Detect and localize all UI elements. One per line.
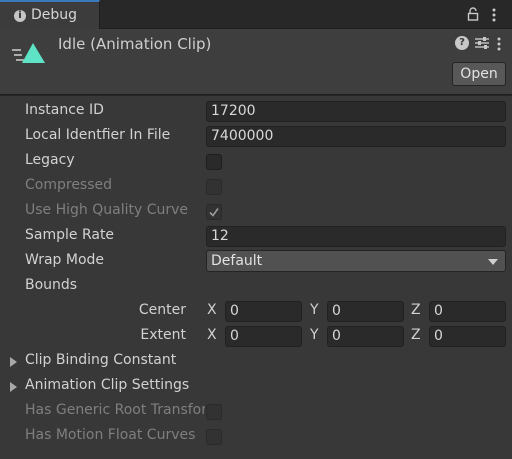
open-button[interactable]: Open (452, 62, 506, 86)
legacy-checkbox[interactable] (206, 154, 222, 170)
clip-binding-constant-label: Clip Binding Constant (25, 352, 177, 368)
tab-label: Debug (31, 7, 78, 23)
has-generic-root-transform-checkbox (206, 404, 222, 420)
center-y-label: Y (310, 302, 319, 318)
animation-clip-icon (12, 43, 45, 63)
extent-y-field[interactable]: 0 (327, 326, 404, 347)
info-icon: i (14, 10, 26, 22)
foldout-arrow-icon[interactable] (10, 357, 17, 367)
page-title: Idle (Animation Clip) (58, 35, 212, 53)
foldout-arrow-icon[interactable] (10, 382, 17, 392)
center-label: Center (138, 302, 186, 318)
extent-z-label: Z (411, 327, 421, 343)
foldout-clip-binding-constant[interactable]: Clip Binding Constant (0, 349, 512, 374)
row-compressed: Compressed (0, 174, 512, 199)
chevron-down-icon (488, 259, 498, 265)
extent-x-field[interactable]: 0 (225, 326, 302, 347)
lock-icon[interactable] (466, 7, 480, 21)
extent-label: Extent (140, 327, 186, 343)
kebab-menu-icon[interactable] (490, 7, 498, 23)
legacy-label: Legacy (25, 152, 75, 168)
tab-bar: i Debug (0, 0, 512, 29)
tab-debug[interactable]: i Debug (0, 0, 100, 29)
local-identifier-label: Local Identfier In File (25, 127, 171, 143)
bounds-label: Bounds (25, 277, 78, 293)
foldout-animation-clip-settings[interactable]: Animation Clip Settings (0, 374, 512, 399)
presets-icon[interactable] (474, 36, 490, 50)
row-bounds-center: Center X 0 Y 0 Z 0 (0, 299, 512, 324)
compressed-label: Compressed (25, 177, 113, 193)
center-z-field[interactable]: 0 (429, 301, 506, 322)
sample-rate-label: Sample Rate (25, 227, 115, 243)
row-has-motion-float-curves: Has Motion Float Curves (0, 424, 512, 449)
row-has-generic-root-transform: Has Generic Root Transform (0, 399, 512, 424)
center-x-label: X (207, 302, 217, 318)
row-high-quality-curve: Use High Quality Curve (0, 199, 512, 224)
row-local-identifier: Local Identfier In File 7400000 (0, 124, 512, 149)
help-icon[interactable]: ? (455, 36, 469, 50)
inspector-header: Idle (Animation Clip) ? Open (0, 29, 512, 95)
has-generic-root-transform-label: Has Generic Root Transform (25, 402, 205, 418)
checkmark-icon (209, 208, 219, 217)
row-legacy: Legacy (0, 149, 512, 174)
instance-id-field[interactable]: 17200 (206, 101, 506, 122)
row-instance-id: Instance ID 17200 (0, 99, 512, 124)
high-quality-curve-checkbox (206, 204, 222, 220)
extent-x-label: X (207, 327, 217, 343)
local-identifier-field[interactable]: 7400000 (206, 126, 506, 147)
wrap-mode-value: Default (211, 253, 263, 269)
wrap-mode-label: Wrap Mode (25, 252, 105, 268)
header-divider (0, 95, 512, 96)
wrap-mode-dropdown[interactable]: Default (206, 250, 506, 272)
context-menu-icon[interactable] (495, 36, 503, 52)
extent-z-field[interactable]: 0 (429, 326, 506, 347)
animation-clip-settings-label: Animation Clip Settings (25, 377, 190, 393)
has-motion-float-curves-label: Has Motion Float Curves (25, 427, 196, 443)
compressed-checkbox (206, 179, 222, 195)
has-motion-float-curves-checkbox (206, 429, 222, 445)
sample-rate-field[interactable]: 12 (206, 226, 506, 247)
high-quality-curve-label: Use High Quality Curve (25, 202, 189, 218)
row-bounds: Bounds (0, 274, 512, 299)
row-sample-rate: Sample Rate 12 (0, 224, 512, 249)
row-wrap-mode: Wrap Mode Default (0, 249, 512, 274)
center-x-field[interactable]: 0 (225, 301, 302, 322)
instance-id-label: Instance ID (25, 102, 104, 118)
center-y-field[interactable]: 0 (327, 301, 404, 322)
extent-y-label: Y (310, 327, 319, 343)
row-bounds-extent: Extent X 0 Y 0 Z 0 (0, 324, 512, 349)
center-z-label: Z (411, 302, 421, 318)
